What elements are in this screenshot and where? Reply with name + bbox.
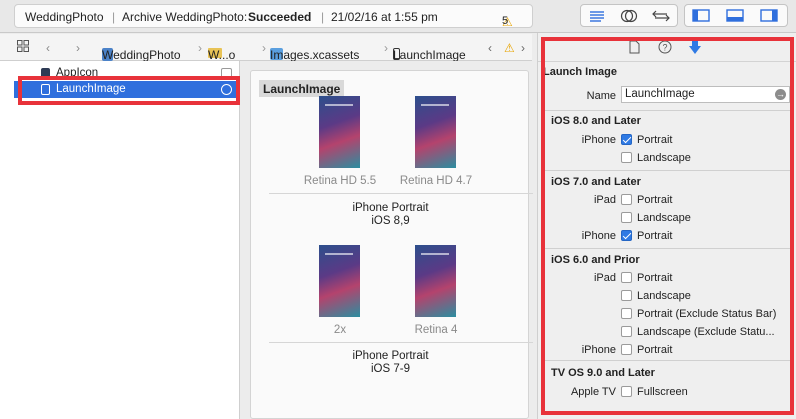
version-editor-icon[interactable] bbox=[644, 4, 678, 27]
next-issue-icon[interactable]: › bbox=[521, 41, 525, 55]
slot-label: Retina 4 bbox=[414, 324, 458, 336]
group-title: iPhone Portrait bbox=[352, 350, 429, 362]
launch-image-card: LaunchImage Retina HD 5.5 Retina HD 4.7 … bbox=[250, 70, 533, 419]
grid-icon[interactable] bbox=[17, 40, 29, 55]
highlight-inspector bbox=[541, 37, 794, 415]
group-subtitle: iOS 8,9 bbox=[371, 215, 410, 227]
slot-label: Retina HD 5.5 bbox=[303, 175, 377, 187]
activity-view: WeddingPhoto | Archive WeddingPhoto: Suc… bbox=[14, 4, 533, 29]
forward-icon[interactable]: › bbox=[76, 41, 80, 55]
launch-image-thumbnail[interactable] bbox=[415, 96, 456, 168]
launch-image-thumbnail[interactable] bbox=[319, 245, 360, 317]
navigator-toggle-icon[interactable] bbox=[684, 4, 718, 27]
highlight-launchimage bbox=[18, 76, 240, 105]
asset-detail: LaunchImage Retina HD 5.5 Retina HD 4.7 … bbox=[241, 61, 533, 419]
launch-image-thumbnail[interactable] bbox=[415, 245, 456, 317]
asset-list: AppIcon LaunchImage bbox=[0, 61, 240, 419]
standard-editor-icon[interactable] bbox=[580, 4, 614, 27]
breadcrumb-label: W...o bbox=[208, 48, 236, 62]
activity-status: Succeeded bbox=[248, 10, 312, 24]
group-subtitle: iOS 7-9 bbox=[371, 363, 410, 375]
back-icon[interactable]: ‹ bbox=[46, 41, 50, 55]
warning-count: 5 bbox=[502, 15, 509, 27]
launch-image-thumbnail[interactable] bbox=[319, 96, 360, 168]
activity-project: WeddingPhoto bbox=[25, 10, 104, 24]
previous-issue-icon[interactable]: ‹ bbox=[488, 41, 492, 55]
assistant-editor-icon[interactable] bbox=[612, 4, 646, 27]
utilities-toggle-icon[interactable] bbox=[752, 4, 786, 27]
activity-timestamp: 21/02/16 at 1:55 pm bbox=[331, 10, 438, 24]
group-title: iPhone Portrait bbox=[352, 202, 429, 214]
breadcrumb-separator: › bbox=[384, 41, 388, 55]
activity-divider: | bbox=[112, 10, 116, 24]
breadcrumb-label: Images.xcassets bbox=[270, 48, 360, 62]
activity-archive-label: Archive WeddingPhoto: bbox=[122, 10, 248, 24]
breadcrumb-separator: › bbox=[262, 41, 266, 55]
breadcrumb-label: WeddingPhoto bbox=[102, 48, 181, 62]
debug-area-toggle-icon[interactable] bbox=[718, 4, 752, 27]
slot-label: Retina HD 4.7 bbox=[399, 175, 473, 187]
asset-title: LaunchImage bbox=[259, 80, 345, 97]
group-divider bbox=[269, 193, 533, 194]
toolbar: WeddingPhoto | Archive WeddingPhoto: Suc… bbox=[0, 0, 796, 33]
jump-bar: ‹ › WeddingPhoto › W...o › Images.xcasse… bbox=[0, 34, 532, 62]
slot-label: 2x bbox=[333, 324, 347, 336]
group-divider bbox=[269, 342, 533, 343]
warning-icon[interactable]: ⚠ bbox=[504, 41, 515, 55]
activity-divider: | bbox=[321, 10, 325, 24]
breadcrumb-label: LaunchImage bbox=[393, 48, 466, 62]
breadcrumb-separator: › bbox=[198, 41, 202, 55]
